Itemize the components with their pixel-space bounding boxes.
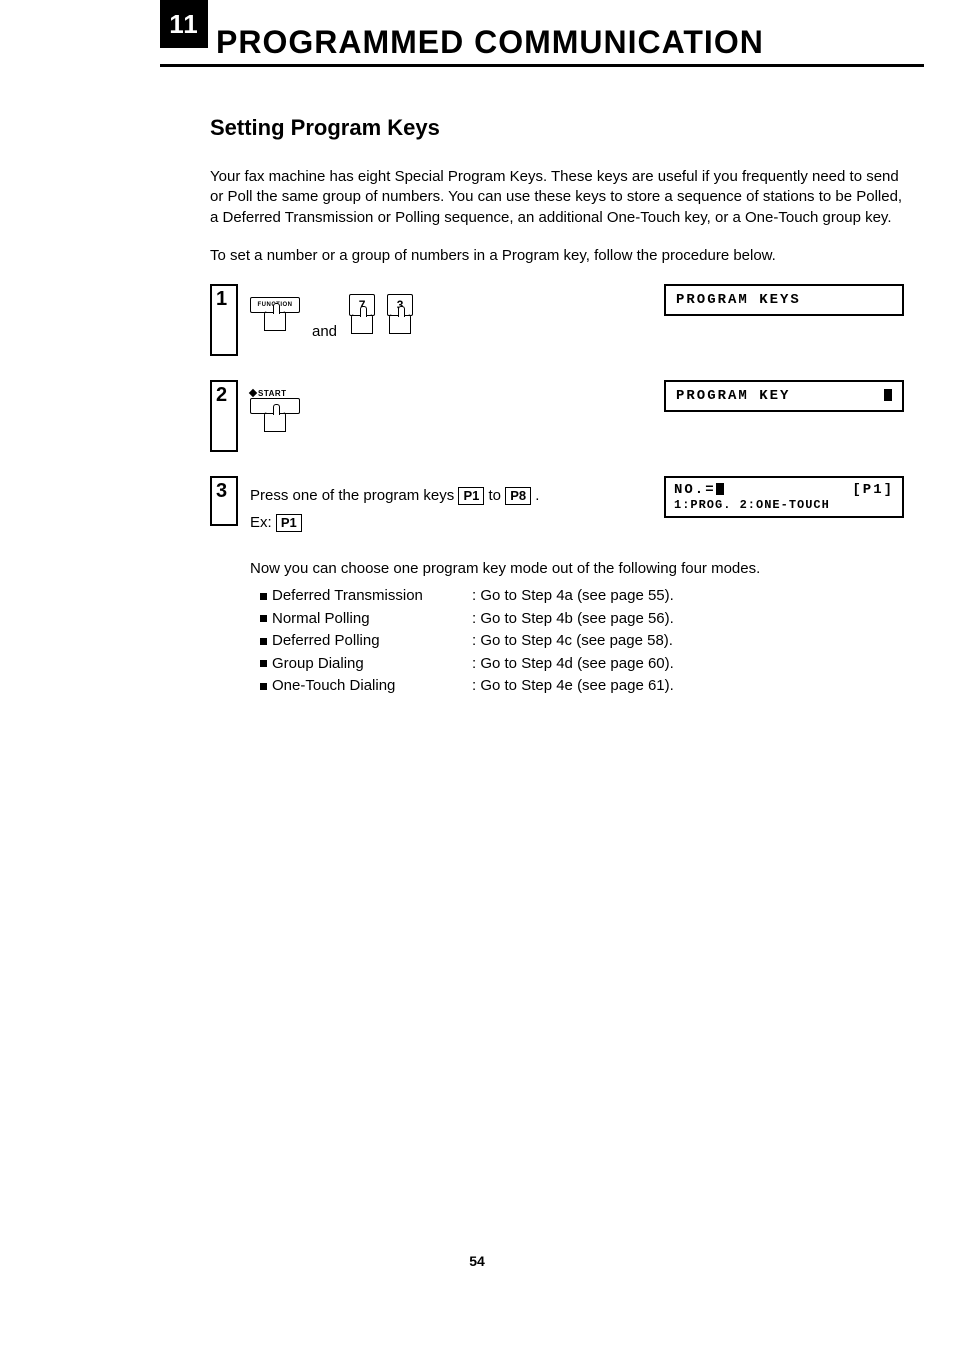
intro-paragraph: Your fax machine has eight Special Progr… — [210, 167, 904, 228]
section-title: Setting Program Keys — [210, 115, 904, 141]
start-button-above-label: START — [250, 389, 300, 398]
bullet-icon — [260, 675, 272, 698]
bullet-icon — [260, 585, 272, 608]
press-hand-icon — [389, 314, 411, 334]
bullet-icon — [260, 608, 272, 631]
chapter-title: PROGRAMMED COMMUNICATION — [208, 20, 764, 64]
display-line2: 1:PROG. 2:ONE-TOUCH — [674, 498, 894, 512]
lcd-display: PROGRAM KEY — [664, 380, 904, 412]
modes-intro: Now you can choose one program key mode … — [250, 560, 904, 577]
key-3-icon: 3 — [387, 294, 413, 334]
display-line1-left: NO.= — [674, 482, 716, 498]
mode-destination: : Go to Step 4a (see page 55). — [472, 585, 674, 608]
display-line1-right: [P1] — [852, 482, 894, 498]
step-number: 1 — [210, 284, 238, 356]
chapter-header: 11 PROGRAMMED COMMUNICATION — [160, 20, 924, 67]
mode-row: Group Dialing : Go to Step 4d (see page … — [260, 653, 904, 676]
keycap-p1: P1 — [458, 487, 484, 505]
function-button-icon: FUNCTION — [250, 297, 300, 331]
mode-label: One-Touch Dialing — [272, 675, 472, 698]
bullet-icon — [260, 653, 272, 676]
mode-destination: : Go to Step 4d (see page 60). — [472, 653, 674, 676]
start-button-icon: START — [250, 389, 300, 432]
and-text: and — [312, 323, 337, 340]
step-1: 1 FUNCTION and 7 3 PROGRAM KEYS — [210, 284, 904, 356]
keycap-p8: P8 — [505, 487, 531, 505]
press-hand-icon — [264, 311, 286, 331]
step-3: 3 Press one of the program keys P1 to P8… — [210, 476, 904, 536]
cursor-icon — [884, 389, 892, 401]
step3-text-b: to — [489, 487, 506, 504]
mode-destination: : Go to Step 4b (see page 56). — [472, 608, 674, 631]
content-area: Setting Program Keys Your fax machine ha… — [210, 115, 904, 698]
mode-row: Deferred Transmission : Go to Step 4a (s… — [260, 585, 904, 608]
document-page: 11 PROGRAMMED COMMUNICATION Setting Prog… — [0, 0, 954, 1349]
step-2: 2 START PROGRAM KEY — [210, 380, 904, 452]
step-number: 3 — [210, 476, 238, 526]
keycap-example-p1: P1 — [276, 514, 302, 532]
chapter-number: 11 — [160, 0, 208, 48]
step3-text-c: . — [535, 487, 539, 504]
modes-section: Now you can choose one program key mode … — [250, 560, 904, 698]
mode-row: Normal Polling : Go to Step 4b (see page… — [260, 608, 904, 631]
mode-destination: : Go to Step 4e (see page 61). — [472, 675, 674, 698]
bullet-icon — [260, 630, 272, 653]
mode-label: Deferred Polling — [272, 630, 472, 653]
mode-label: Normal Polling — [272, 608, 472, 631]
cursor-icon — [716, 483, 724, 495]
lcd-display: NO.= [P1] 1:PROG. 2:ONE-TOUCH — [664, 476, 904, 518]
mode-label: Deferred Transmission — [272, 585, 472, 608]
intro-paragraph-2: To set a number or a group of numbers in… — [210, 246, 904, 266]
start-label-text: START — [258, 389, 287, 398]
step3-text-a: Press one of the program keys — [250, 487, 458, 504]
press-hand-icon — [351, 314, 373, 334]
mode-label: Group Dialing — [272, 653, 472, 676]
mode-row: One-Touch Dialing : Go to Step 4e (see p… — [260, 675, 904, 698]
display-text: PROGRAM KEY — [676, 388, 790, 404]
page-number: 54 — [0, 1253, 954, 1269]
press-hand-icon — [264, 412, 286, 432]
example-label: Ex: — [250, 514, 276, 531]
mode-row: Deferred Polling : Go to Step 4c (see pa… — [260, 630, 904, 653]
step-number: 2 — [210, 380, 238, 452]
lcd-display: PROGRAM KEYS — [664, 284, 904, 316]
key-7-icon: 7 — [349, 294, 375, 334]
diamond-icon — [249, 389, 257, 397]
mode-destination: : Go to Step 4c (see page 58). — [472, 630, 673, 653]
